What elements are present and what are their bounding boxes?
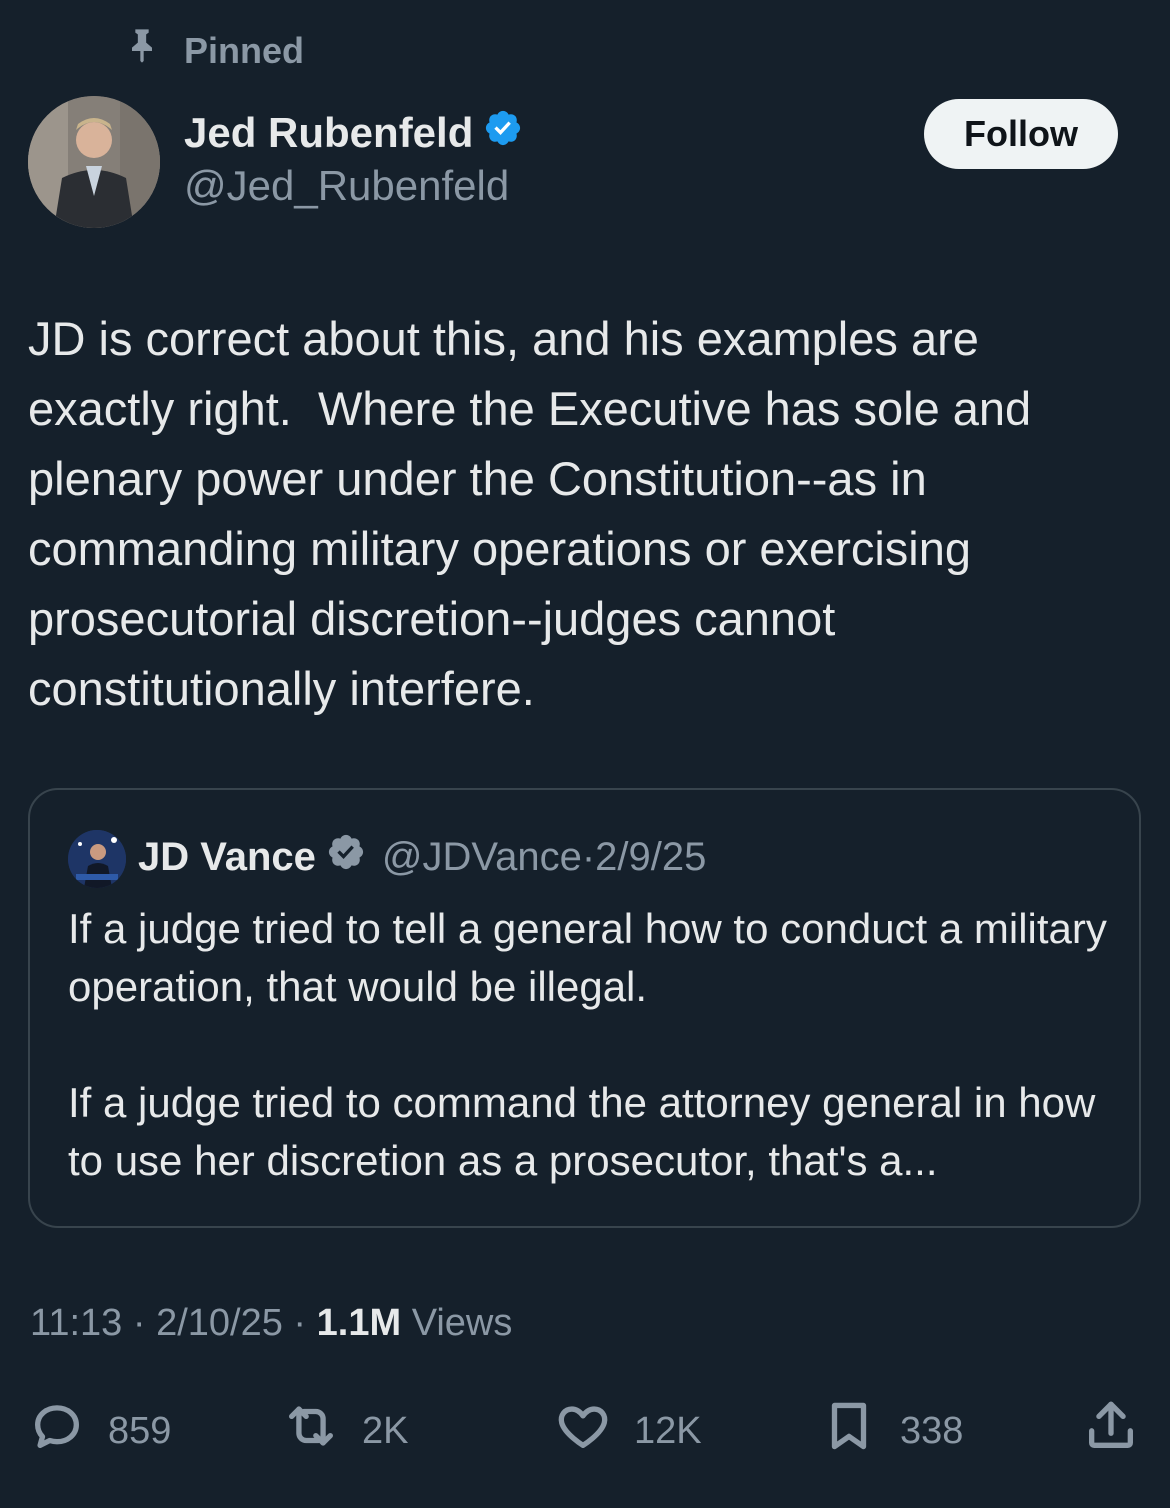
action-bar: 859 2K 12K 338	[0, 1396, 1170, 1466]
reply-icon	[28, 1397, 86, 1465]
tweet-text: JD is correct about this, and his exampl…	[28, 312, 1045, 715]
author-name[interactable]: Jed Rubenfeld	[184, 109, 473, 157]
meta-separator: ·	[132, 1302, 146, 1344]
meta-separator: ·	[293, 1302, 307, 1344]
quoted-tweet[interactable]: JD Vance @JDVance·2/9/25 If a judge trie…	[28, 788, 1141, 1228]
author-avatar[interactable]	[28, 96, 160, 228]
share-icon	[1082, 1397, 1140, 1465]
share-button[interactable]	[1082, 1396, 1140, 1466]
verified-badge-icon	[483, 108, 523, 158]
pinned-indicator: Pinned	[122, 24, 304, 77]
author-name-row[interactable]: Jed Rubenfeld	[184, 108, 523, 158]
tweet-detail: Pinned Jed Rubenfeld @Jed_Rubenfeld Foll…	[0, 0, 1170, 1508]
author-handle[interactable]: @Jed_Rubenfeld	[184, 162, 509, 210]
quote-text: If a judge tried to tell a general how t…	[68, 905, 1107, 1184]
quote-date: 2/9/25	[595, 834, 707, 879]
repost-icon	[282, 1397, 340, 1465]
tweet-date: 2/10/25	[156, 1302, 283, 1344]
quote-separator: ·	[581, 834, 596, 879]
quote-avatar	[68, 830, 126, 888]
quote-header: JD Vance @JDVance·2/9/25	[138, 832, 706, 882]
like-count: 12K	[634, 1409, 702, 1452]
views-label: Views	[411, 1302, 513, 1344]
follow-button[interactable]: Follow	[924, 99, 1118, 169]
verified-badge-icon	[326, 832, 366, 882]
pinned-label: Pinned	[184, 29, 305, 71]
views-count: 1.1M	[316, 1302, 402, 1344]
bookmark-count: 338	[900, 1409, 964, 1452]
reply-count: 859	[108, 1409, 172, 1452]
bookmark-icon	[820, 1397, 878, 1465]
quote-author-name: JD Vance	[138, 834, 316, 879]
tweet-meta: 11:13 · 2/10/25 · 1.1M Views	[30, 1302, 512, 1345]
reply-button[interactable]: 859	[28, 1396, 171, 1466]
like-button[interactable]: 12K	[554, 1396, 702, 1466]
quote-author-handle: @JDVance	[381, 834, 582, 879]
tweet-time: 11:13	[30, 1302, 123, 1344]
pin-icon	[122, 24, 162, 77]
bookmark-button[interactable]: 338	[820, 1396, 963, 1466]
like-icon	[554, 1397, 612, 1465]
repost-button[interactable]: 2K	[282, 1396, 408, 1466]
repost-count: 2K	[362, 1409, 409, 1452]
